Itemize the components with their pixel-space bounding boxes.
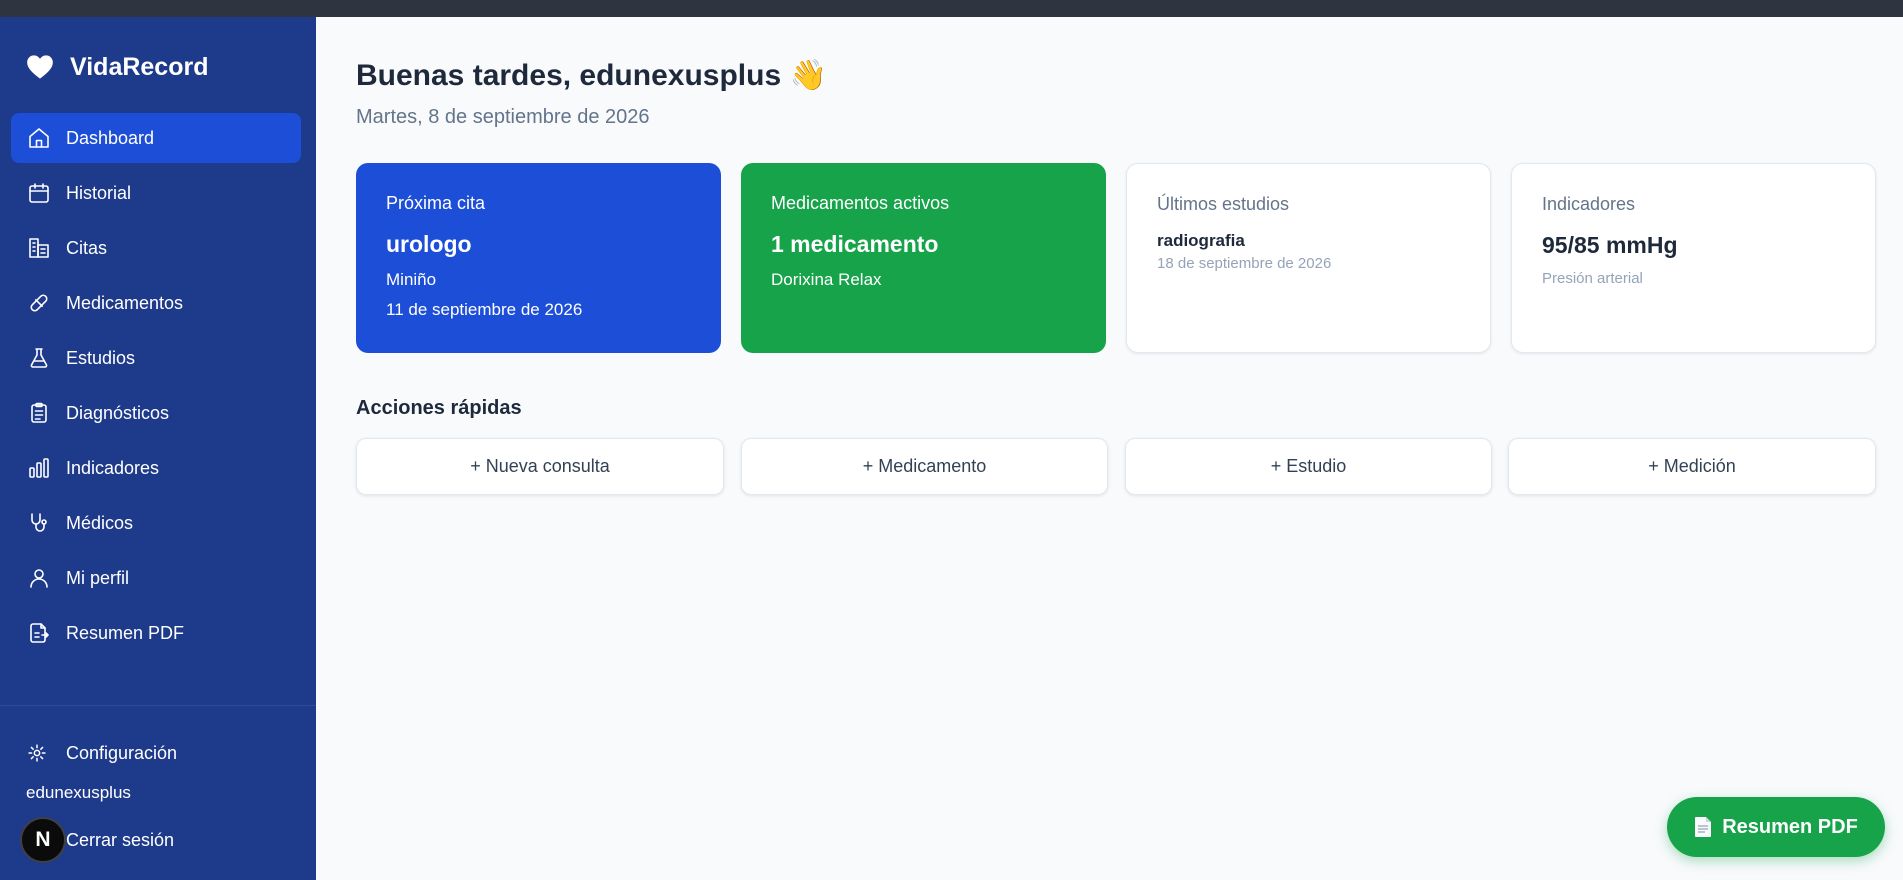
next-appointment-card[interactable]: Próxima cita urologo Miniño 11 de septie… <box>356 163 721 353</box>
user-icon <box>30 569 48 588</box>
sidebar-item-dashboard[interactable]: Dashboard <box>11 113 301 163</box>
indicator-type: Presión arterial <box>1542 270 1643 287</box>
page-greeting: Buenas tardes, edunexusplus 👋 <box>356 59 827 92</box>
sidebar-item-label: Historial <box>66 182 132 203</box>
study-date: 18 de septiembre de 2026 <box>1157 255 1332 272</box>
quick-actions-title: Acciones rápidas <box>356 397 522 419</box>
sidebar-item-medicamentos[interactable]: Medicamentos <box>11 278 301 328</box>
appointment-specialty: urologo <box>386 231 472 257</box>
stethoscope-icon <box>31 513 47 532</box>
current-username: edunexusplus <box>26 783 131 802</box>
sidebar: VidaRecord Dashboard Historial Citas Med… <box>0 17 316 880</box>
window-title-bar <box>0 0 1903 17</box>
app-name: VidaRecord <box>70 52 209 81</box>
sidebar-item-medicos[interactable]: Médicos <box>11 498 301 548</box>
clipboard-icon <box>31 402 47 423</box>
add-medication-button[interactable]: + Medicamento <box>741 438 1108 495</box>
sidebar-item-citas[interactable]: Citas <box>11 223 301 273</box>
sidebar-item-label: Mi perfil <box>66 567 130 588</box>
add-measurement-button[interactable]: + Medición <box>1508 438 1876 495</box>
gear-icon <box>28 744 46 762</box>
appointment-doctor: Miniño <box>386 270 437 289</box>
current-date: Martes, 8 de septiembre de 2026 <box>356 106 650 128</box>
building-icon <box>29 238 49 258</box>
pdf-summary-label: Resumen PDF <box>1722 815 1858 838</box>
study-name: radiografia <box>1157 231 1245 250</box>
add-study-button[interactable]: + Estudio <box>1125 438 1492 495</box>
sidebar-item-estudios[interactable]: Estudios <box>11 333 301 383</box>
bar-chart-icon <box>29 458 49 478</box>
medication-count: 1 medicamento <box>771 231 939 257</box>
card-label: Últimos estudios <box>1157 194 1290 214</box>
calendar-icon <box>29 183 49 203</box>
latest-studies-card[interactable]: Últimos estudios radiografia 18 de septi… <box>1126 163 1491 353</box>
indicators-card[interactable]: Indicadores 95/85 mmHg Presión arterial <box>1511 163 1876 353</box>
appointment-date: 11 de septiembre de 2026 <box>386 300 583 319</box>
sidebar-divider <box>0 705 316 706</box>
logout-link[interactable]: Cerrar sesión <box>66 830 174 851</box>
sidebar-item-label: Resumen PDF <box>66 622 185 643</box>
sidebar-item-historial[interactable]: Historial <box>11 168 301 218</box>
settings-link[interactable]: Configuración <box>27 739 177 767</box>
heart-icon <box>27 55 53 79</box>
document-icon <box>1695 817 1712 837</box>
active-medications-card[interactable]: Medicamentos activos 1 medicamento Dorix… <box>741 163 1106 353</box>
dev-tools-badge[interactable]: N <box>20 817 66 863</box>
settings-label: Configuración <box>66 742 178 763</box>
card-label: Próxima cita <box>386 193 486 213</box>
file-export-icon <box>30 623 49 643</box>
sidebar-item-label: Indicadores <box>66 457 160 478</box>
sidebar-item-label: Médicos <box>66 512 134 533</box>
sidebar-nav: Dashboard Historial Citas Medicamentos E… <box>11 113 301 663</box>
new-consultation-button[interactable]: + Nueva consulta <box>356 438 724 495</box>
medication-name: Dorixina Relax <box>771 270 882 289</box>
card-label: Medicamentos activos <box>771 193 950 213</box>
pill-icon <box>30 294 48 312</box>
pdf-summary-fab[interactable]: Resumen PDF <box>1667 797 1885 857</box>
sidebar-item-label: Diagnósticos <box>66 402 170 423</box>
flask-icon <box>30 348 48 368</box>
sidebar-item-resumen-pdf[interactable]: Resumen PDF <box>11 608 301 658</box>
sidebar-item-diagnosticos[interactable]: Diagnósticos <box>11 388 301 438</box>
indicator-value: 95/85 mmHg <box>1542 232 1678 258</box>
sidebar-item-mi-perfil[interactable]: Mi perfil <box>11 553 301 603</box>
sidebar-item-label: Citas <box>66 237 108 258</box>
sidebar-item-indicadores[interactable]: Indicadores <box>11 443 301 493</box>
home-icon <box>29 128 49 148</box>
brand[interactable]: VidaRecord <box>26 51 208 83</box>
sidebar-item-label: Medicamentos <box>66 292 184 313</box>
sidebar-item-label: Dashboard <box>66 127 155 148</box>
card-label: Indicadores <box>1542 194 1636 214</box>
sidebar-item-label: Estudios <box>66 347 136 368</box>
